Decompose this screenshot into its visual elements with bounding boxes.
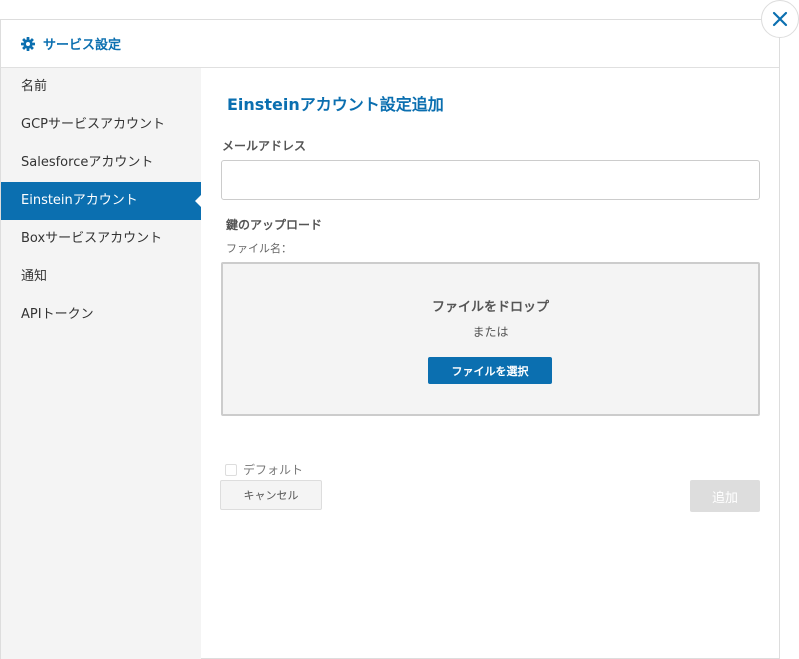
sidebar-item-api-token[interactable]: APIトークン [1,296,201,334]
service-settings-modal: サービス設定 名前 GCPサービスアカウント Salesforceアカウント E… [0,19,780,659]
modal-title: サービス設定 [43,38,122,53]
filename-label: ファイル名： [226,242,292,255]
main-content: Einsteinアカウント設定追加 メールアドレス 鍵のアップロード ファイル名… [201,68,779,659]
close-icon [772,11,788,27]
sidebar-item-einstein-account[interactable]: Einsteinアカウント [1,182,201,220]
drop-title: ファイルをドロップ [431,300,549,315]
sidebar-item-gcp-service-account[interactable]: GCPサービスアカウント [1,106,201,144]
sidebar: 名前 GCPサービスアカウント Salesforceアカウント Einstein… [1,68,201,659]
page-title: Einsteinアカウント設定追加 [227,95,444,114]
close-button[interactable] [761,0,799,38]
sidebar-item-notifications[interactable]: 通知 [1,258,201,296]
file-drop-zone[interactable]: ファイルをドロップ または ファイルを選択 [221,262,760,416]
drop-or-text: または [472,325,509,339]
sidebar-item-salesforce-account[interactable]: Salesforceアカウント [1,144,201,182]
key-upload-label: 鍵のアップロード [226,218,323,232]
add-button[interactable]: 追加 [690,480,760,512]
sidebar-item-box-service-account[interactable]: Boxサービスアカウント [1,220,201,258]
email-input[interactable] [221,160,760,200]
gear-icon [20,36,36,52]
default-checkbox[interactable] [225,463,237,476]
cancel-button[interactable]: キャンセル [220,480,322,510]
sidebar-item-name[interactable]: 名前 [1,68,201,106]
default-label: デフォルト [243,463,304,477]
default-option[interactable]: デフォルト [225,461,303,478]
email-label: メールアドレス [222,139,307,153]
select-file-button[interactable]: ファイルを選択 [428,357,552,384]
modal-header: サービス設定 [1,20,779,68]
